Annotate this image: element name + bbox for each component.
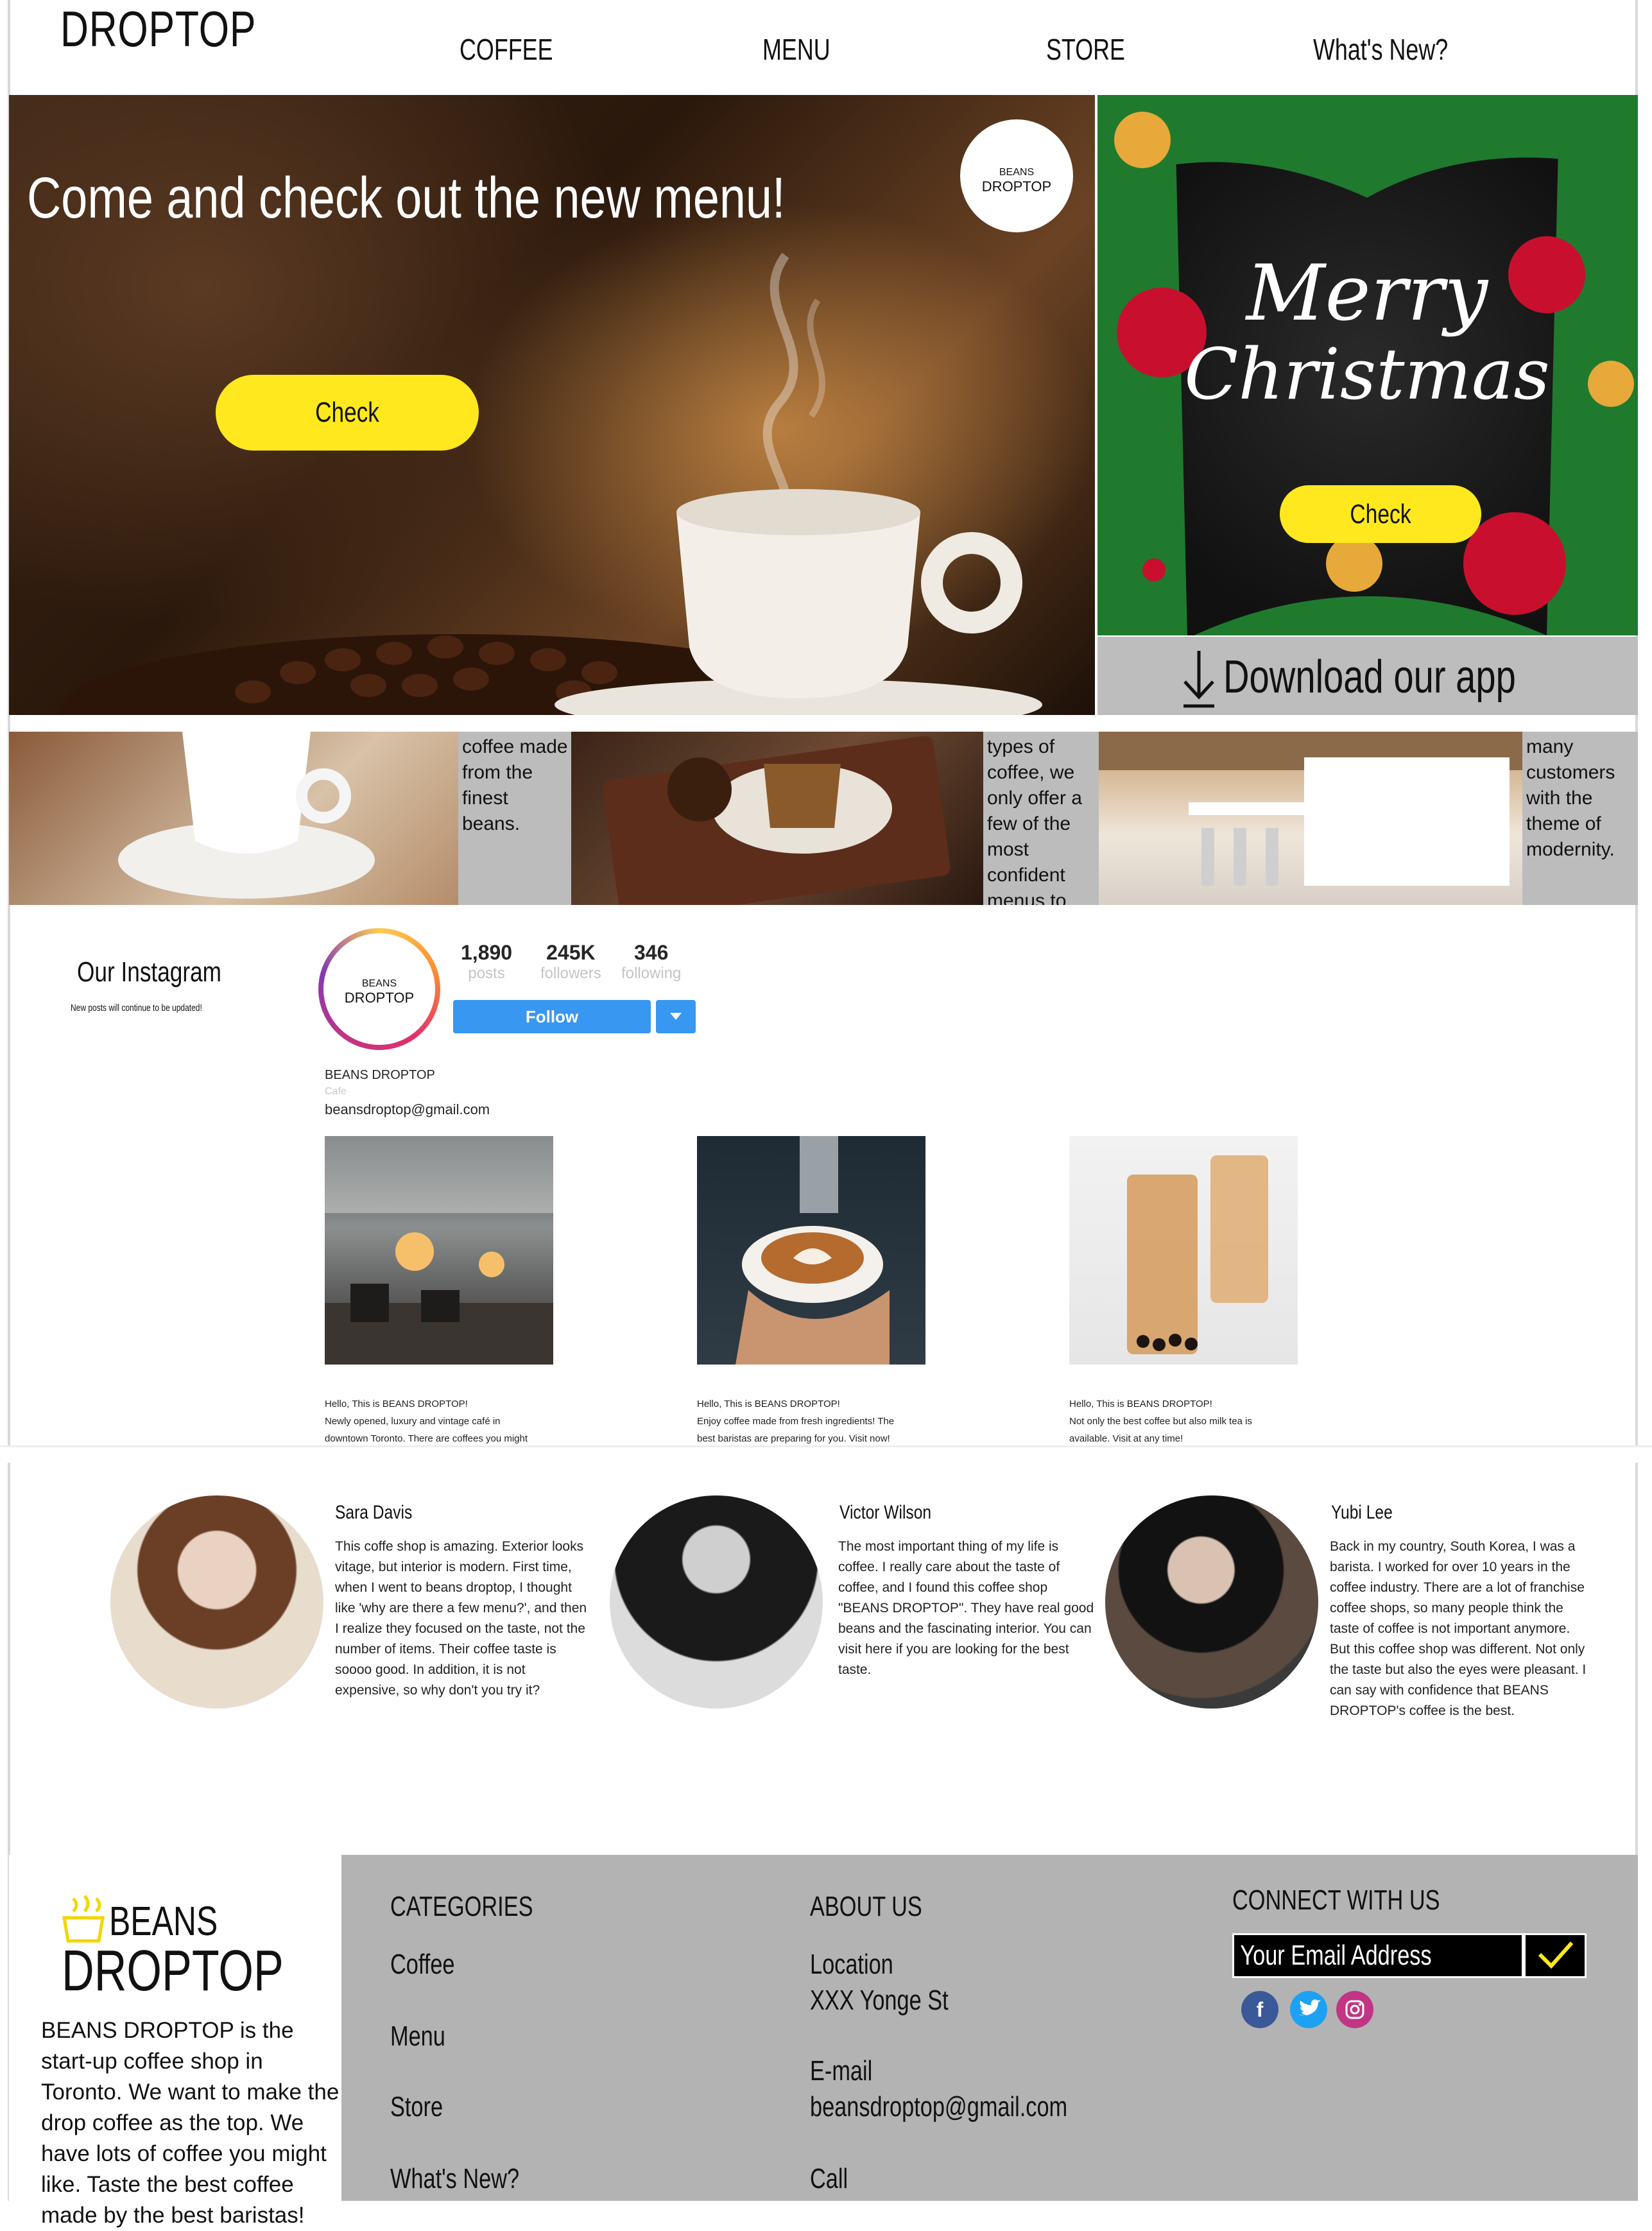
stat-followers: 245K followers (540, 941, 601, 982)
footer-links-panel (341, 1855, 1638, 2201)
footer-brand-column: BEANS DROPTOP BEANS DROPTOP is the start… (9, 1855, 341, 2228)
footer-link-whats-new[interactable]: What's New? (390, 2163, 519, 2195)
review-text: Back in my country, South Korea, I was a… (1330, 1539, 1587, 1718)
nav-store[interactable]: STORE (1046, 32, 1125, 67)
section-divider (0, 1445, 1652, 1463)
nav-whats-new[interactable]: What's New? (1313, 32, 1448, 67)
christmas-banner: Merry Christmas Check (1097, 95, 1638, 635)
strip-text-1: coffee made from the finest beans. (458, 732, 571, 905)
review-text: This coffe shop is amazing. Exterior loo… (335, 1539, 587, 1698)
instagram-post-2-photo[interactable] (697, 1136, 925, 1365)
reviewer-name: Sara Davis (335, 1502, 413, 1523)
cafe-interior-photo (325, 1136, 553, 1365)
coffee-cup-logo-icon (62, 1895, 105, 1943)
follow-dropdown-button[interactable] (656, 1000, 696, 1033)
stat-posts: 1,890 posts (461, 941, 513, 982)
nav-coffee[interactable]: COFFEE (460, 32, 553, 67)
hero-title: Come and check out the new menu! (27, 166, 786, 230)
instagram-post-1-photo[interactable] (325, 1136, 553, 1365)
christmas-greeting: Merry Christmas (1184, 249, 1550, 416)
footer-link-coffee[interactable]: Coffee (390, 1949, 454, 1981)
cake-tray-photo (603, 736, 951, 905)
strip-photo-cake-tray (571, 732, 983, 905)
reviewer-avatar-yubi (1105, 1495, 1318, 1709)
download-app-label: Download our app (1223, 651, 1516, 703)
newsletter-email-input[interactable]: Your Email Address (1232, 1933, 1524, 1978)
review-text: The most important thing of my life is c… (838, 1539, 1094, 1677)
categories-heading: CATEGORIES (390, 1891, 533, 1922)
instagram-post-2-caption: Hello, This is BEANS DROPTOP! Enjoy coff… (697, 1399, 895, 1444)
follow-button[interactable]: Follow (453, 1000, 651, 1033)
coffee-cup-photo (118, 732, 375, 899)
about-us-heading: ABOUT US (810, 1891, 922, 1922)
instagram-post-3-caption: Hello, This is BEANS DROPTOP! Not only t… (1069, 1399, 1252, 1444)
download-app-bar[interactable]: Download our app (1097, 637, 1638, 715)
footer-logo-beans: BEANS (109, 1898, 218, 1944)
footer-about-text: BEANS DROPTOP is the start-up coffee sho… (41, 2018, 340, 2228)
strip-text-2: types of coffee, we only offer a few of … (983, 732, 1099, 905)
brand-logo[interactable]: DROPTOP (60, 0, 256, 58)
christmas-check-button[interactable]: Check (1280, 485, 1481, 543)
connect-heading: CONNECT WITH US (1232, 1884, 1440, 1916)
arrow-down-icon (1183, 651, 1214, 708)
location-value: XXX Yonge St (810, 1985, 949, 2016)
footer-link-menu[interactable]: Menu (390, 2020, 445, 2053)
call-label[interactable]: Call (810, 2163, 848, 2195)
footer-link-store[interactable]: Store (390, 2091, 443, 2123)
facebook-icon[interactable]: f (1241, 1991, 1278, 2028)
bubble-tea-photo (1127, 1155, 1268, 1354)
nav-menu[interactable]: MENU (762, 32, 830, 67)
strip-text-3: many customers with the theme of moderni… (1522, 732, 1638, 905)
caret-down-icon (670, 1013, 682, 1020)
email-value[interactable]: beansdroptop@gmail.com (810, 2091, 1067, 2123)
instagram-email[interactable]: beansdroptop@gmail.com (325, 1101, 490, 1118)
hero-check-button[interactable]: Check (216, 375, 479, 451)
location-label: Location (810, 1949, 893, 1980)
reviewer-avatar-victor (610, 1495, 823, 1709)
footer-logo-droptop: DROPTOP (62, 1939, 284, 2003)
twitter-icon[interactable] (1290, 1991, 1327, 2028)
strip-photo-coffee-cup (9, 732, 458, 905)
instagram-account-name: BEANS DROPTOP (325, 1068, 435, 1082)
instagram-icon[interactable] (1336, 1991, 1373, 2028)
cafe-interior-photo (1099, 732, 1522, 886)
hero-logo-badge: BEANS DROPTOP (960, 119, 1073, 232)
reviewer-avatar-sara (110, 1495, 323, 1709)
instagram-avatar[interactable]: BEANS DROPTOP (318, 928, 440, 1050)
instagram-title: Our Instagram (77, 956, 221, 988)
instagram-post-3-photo[interactable] (1069, 1136, 1298, 1365)
email-label: E-mail (810, 2055, 873, 2087)
stat-following: 346 following (621, 941, 682, 982)
instagram-post-1-caption: Hello, This is BEANS DROPTOP! Newly open… (325, 1399, 528, 1444)
checkmark-icon (1538, 1942, 1574, 1969)
strip-photo-cafe-interior (1099, 732, 1522, 905)
reviewer-name: Yubi Lee (1331, 1502, 1393, 1523)
reviewer-name: Victor Wilson (839, 1502, 932, 1523)
instagram-subtitle: New posts will continue to be updated! (71, 1003, 202, 1013)
newsletter-submit-button[interactable] (1524, 1933, 1587, 1978)
instagram-category: Cafe (325, 1086, 347, 1097)
latte-art-photo (736, 1136, 890, 1365)
